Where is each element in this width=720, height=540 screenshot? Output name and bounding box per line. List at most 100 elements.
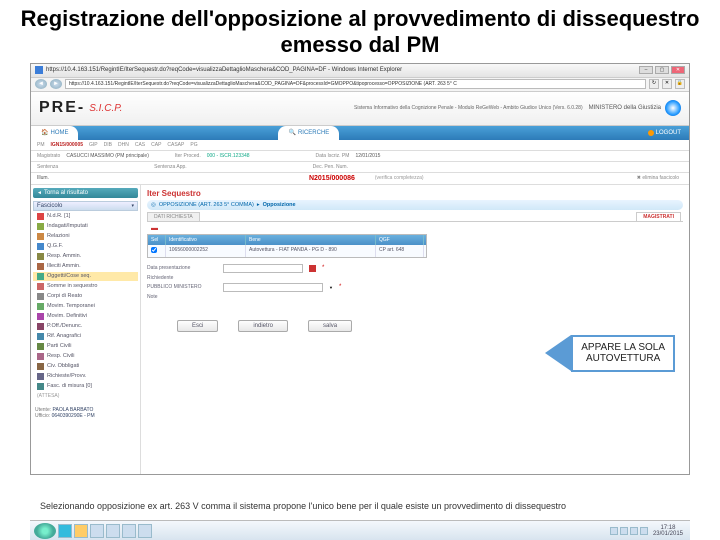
main-area: Torna al risultato Fascicolo N.d.R. [1]I… [31,185,689,475]
sidebar-item[interactable]: Rif. Anagrafici [33,332,138,341]
sidebar-item[interactable]: Oggetti/Cose seq. [33,272,138,281]
case-info-strip-2: MagistratoCASUCCI MASSIMO (PM principale… [31,151,689,162]
address-bar: ◄ ► https://10.4.163.151/RegintIE/IterSe… [31,78,689,92]
maximize-button[interactable]: ▢ [655,66,669,74]
system-tray: 17:1823/01/2015 [610,525,686,537]
sidebar-item[interactable]: Illeciti Ammin. [33,262,138,271]
sidebar-item[interactable]: Movim. Definitivi [33,312,138,321]
sidebar-item-icon [37,243,44,250]
sidebar-item-icon [37,323,44,330]
sidebar-item-label: Oggetti/Cose seq. [47,273,91,279]
minimize-button[interactable]: – [639,66,653,74]
sidebar-item[interactable]: Fasc. di misura [0] [33,382,138,391]
required-marker: * [339,284,341,290]
taskbar-app-icon[interactable] [122,524,136,538]
refresh-button[interactable]: ↻ [649,79,659,89]
esci-button[interactable]: Esci [177,320,218,332]
sidebar-item[interactable]: Somme in sequestro [33,282,138,291]
nav-back-button[interactable]: ◄ [35,79,47,89]
main-tabbar: 🏠 HOME 🔍 RICERCHE LOGOUT [31,126,689,140]
tab-magistrati[interactable]: MAGISTRATI [636,212,681,221]
sidebar-fascicolo-header[interactable]: Fascicolo [33,201,138,211]
close-button[interactable]: ✕ [671,66,685,74]
label-note: Note [147,294,217,300]
table-row[interactable]: 10656000002252 Autovettura - FIAT PANDA … [148,245,426,257]
sidebar-item-icon [37,363,44,370]
sidebar-item-label: Movim. Definitivi [47,313,87,319]
sidebar-item-icon [37,383,44,390]
content-panel: Iter Sequestro ◎ OPPOSIZIONE (ART. 263 5… [141,185,689,475]
sidebar-item[interactable]: Relazioni [33,232,138,241]
taskbar-app-icon[interactable] [106,524,120,538]
taskbar-ie-icon[interactable] [58,524,72,538]
taskbar-clock[interactable]: 17:1823/01/2015 [650,525,686,537]
taskbar-app-icon[interactable] [138,524,152,538]
sidebar-item-icon [37,353,44,360]
callout-arrow-icon [545,335,571,371]
label-data-pres: Data presentazione [147,265,217,271]
select-pm[interactable] [223,283,323,292]
tray-icon[interactable] [610,527,618,535]
ie-icon [35,66,43,74]
sidebar-item[interactable]: Movim. Temporanei [33,302,138,311]
sidebar-item-icon [37,303,44,310]
sidebar-item[interactable]: Corpi di Reato [33,292,138,301]
sidebar-item-icon [37,343,44,350]
tab-home[interactable]: 🏠 HOME [31,126,78,140]
sidebar-item-icon [37,313,44,320]
sidebar-item-icon [37,263,44,270]
case-number: N2015/000086 [309,175,355,182]
logout-button[interactable]: LOGOUT [640,130,689,136]
form-area: Data presentazione * Richiedente PUBBLIC… [147,264,683,300]
verify-link[interactable]: (verifica completezza) [375,175,424,181]
delete-fascicolo-link[interactable]: ✖ elimina fascicolo [637,175,679,181]
sidebar-item[interactable]: Q.G.F. [33,242,138,251]
windows-taskbar: 17:1823/01/2015 [30,520,690,540]
sidebar-item-label: Indagati/Imputati [47,223,88,229]
window-title: https://10.4.163.151/RegintIE/IterSeques… [46,67,402,73]
label-pm: PUBBLICO MINISTERO [147,284,217,290]
sidebar-item[interactable]: Parti Civili [33,342,138,351]
sidebar-item[interactable]: Civ. Obbligati [33,362,138,371]
iter-sequestro-title: Iter Sequestro [147,189,683,198]
tray-icon[interactable] [620,527,628,535]
app-window: https://10.4.163.151/RegintIE/IterSeques… [30,63,690,475]
collapse-icon[interactable]: ▬ [151,225,679,232]
back-to-results-button[interactable]: Torna al risultato [33,188,138,198]
sidebar-item[interactable]: Richieste/Provv. [33,372,138,381]
taskbar-explorer-icon[interactable] [74,524,88,538]
sidebar-item-label: Rif. Anagrafici [47,333,81,339]
brand-bar: PRE- S.I.C.P. Sistema Informativo della … [31,92,689,126]
tray-icon[interactable] [630,527,638,535]
slide-title: Registrazione dell'opposizione al provve… [0,0,720,63]
sidebar-item-label: Parti Civili [47,343,71,349]
ministry-logo-icon [665,100,681,116]
dropdown-icon[interactable]: ▼ [329,285,333,290]
taskbar-app-icon[interactable] [90,524,104,538]
tray-icon[interactable] [640,527,648,535]
callout-annotation: APPARE LA SOLAAUTOVETTURA [545,335,675,372]
url-field[interactable]: https://10.4.163.151/RegintIE/IterSeques… [65,79,646,89]
sidebar-item[interactable]: Resp. Ammin. [33,252,138,261]
nav-fwd-button[interactable]: ► [50,79,62,89]
indietro-button[interactable]: indietro [238,320,288,332]
calendar-icon[interactable] [309,265,316,272]
row-checkbox[interactable] [151,247,157,253]
lock-icon: 🔒 [675,79,685,89]
case-info-strip-3: Sentenza Sentenza App. Dec. Pen. Num. [31,162,689,173]
sidebar-item[interactable]: N.d.R. [1] [33,212,138,221]
sidebar-item[interactable]: Resp. Civili [33,352,138,361]
tab-ricerche[interactable]: 🔍 RICERCHE [278,126,339,140]
salva-button[interactable]: salva [308,320,352,332]
tab-dati-richiesta[interactable]: DATI RICHIESTA [147,212,200,221]
sidebar-item-label: Fasc. di misura [0] [47,383,92,389]
start-button[interactable] [34,523,56,539]
brand-subtitle: Sistema Informativo della Cognizione Pen… [354,105,583,111]
sidebar-item[interactable]: Indagati/Imputati [33,222,138,231]
stop-button[interactable]: ✕ [662,79,672,89]
input-data-pres[interactable] [223,264,303,273]
sidebar-item[interactable]: P.Off./Denunc. [33,322,138,331]
sidebar-item-icon [37,213,44,220]
window-titlebar: https://10.4.163.151/RegintIE/IterSeques… [31,64,689,78]
sidebar-item-icon [37,223,44,230]
